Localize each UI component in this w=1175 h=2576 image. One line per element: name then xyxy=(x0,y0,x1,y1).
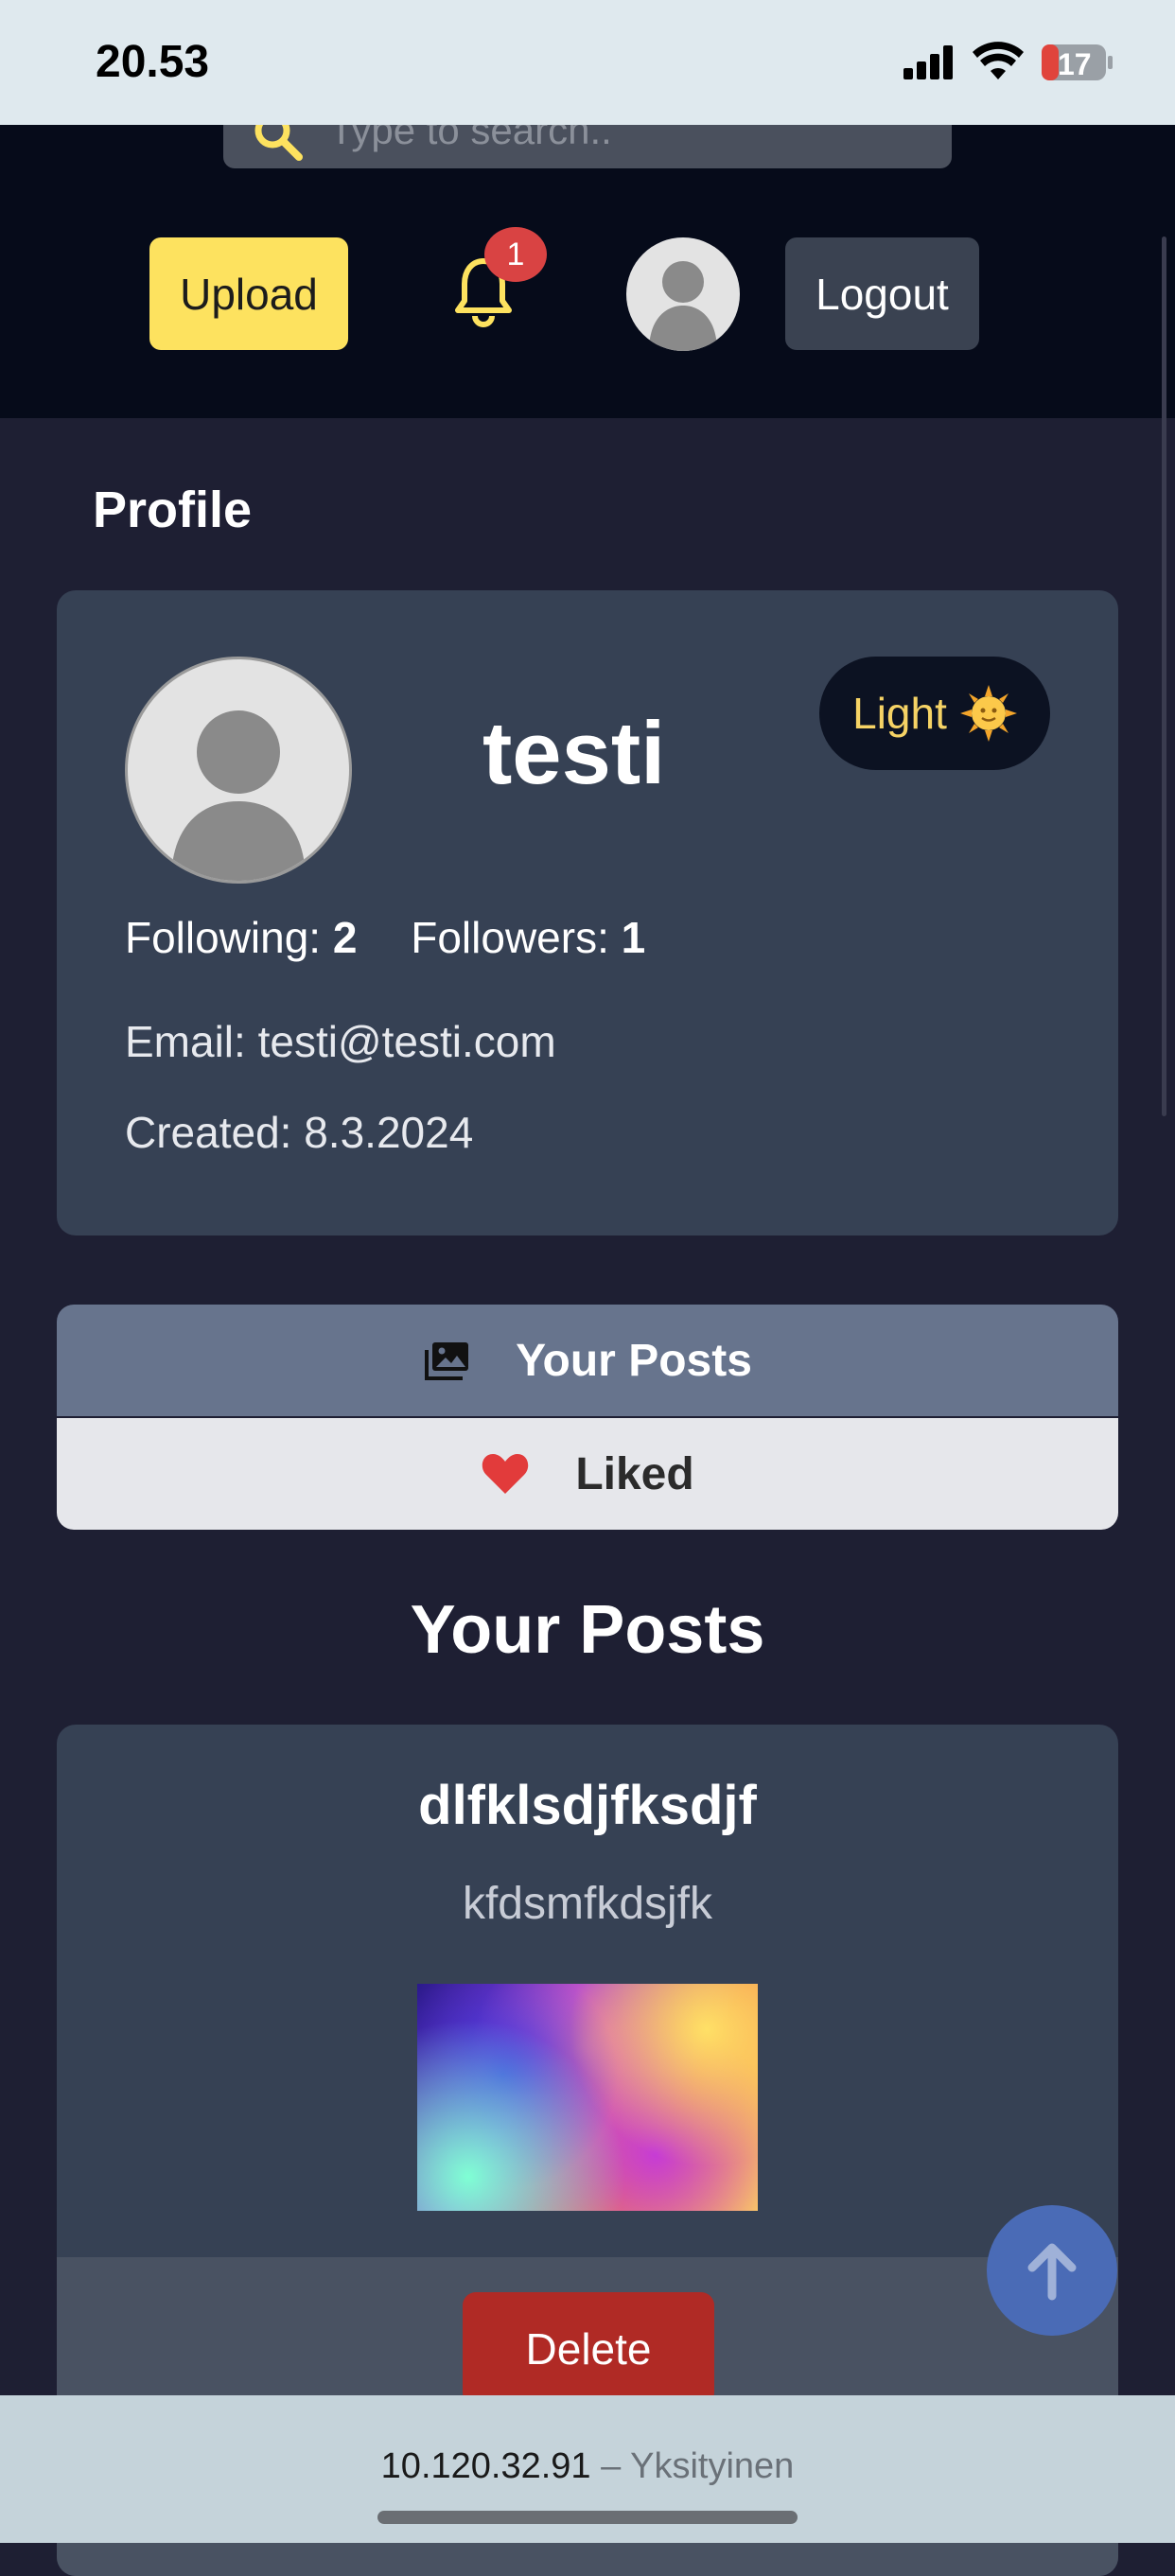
sun-icon xyxy=(959,685,1017,742)
created-value: 8.3.2024 xyxy=(304,1108,474,1157)
tab-your-posts[interactable]: Your Posts xyxy=(57,1305,1118,1416)
browser-bar: 10.120.32.91 – Yksityinen xyxy=(0,2395,1175,2543)
followers-label: Followers: xyxy=(411,913,609,962)
address-bar[interactable]: 10.120.32.91 – Yksityinen xyxy=(0,2446,1175,2487)
scrollbar[interactable] xyxy=(1162,237,1166,1116)
search-placeholder: Type to search.. xyxy=(329,125,612,152)
wifi-icon xyxy=(973,42,1024,79)
delete-button[interactable]: Delete xyxy=(463,2292,714,2406)
battery-level: 17 xyxy=(1058,47,1092,81)
follow-stats: Following: 2 Followers: 1 xyxy=(125,912,687,963)
following-label: Following: xyxy=(125,913,322,962)
username: testi xyxy=(482,703,666,802)
created-line: Created: 8.3.2024 xyxy=(125,1107,473,1158)
email-value: testi@testi.com xyxy=(257,1017,556,1066)
theme-toggle-button[interactable]: Light xyxy=(819,657,1050,770)
page-title: Profile xyxy=(93,482,253,538)
logout-button[interactable]: Logout xyxy=(785,237,979,350)
status-bar: 20.53 17 xyxy=(0,0,1175,125)
upload-button[interactable]: Upload xyxy=(149,237,348,350)
following-count: 2 xyxy=(332,913,358,962)
home-indicator[interactable] xyxy=(377,2511,798,2524)
scroll-to-top-button[interactable] xyxy=(987,2205,1117,2336)
following-stat[interactable]: Following: 2 xyxy=(125,913,369,962)
created-label: Created: xyxy=(125,1108,292,1157)
notification-badge: 1 xyxy=(484,227,547,282)
tab-liked[interactable]: Liked xyxy=(57,1418,1118,1530)
avatar-icon xyxy=(171,710,306,881)
search-icon xyxy=(254,125,303,161)
heart-icon xyxy=(482,1454,529,1494)
profile-card: testi Light Following: 2 Followers: 1 Em… xyxy=(57,590,1118,1235)
post-image[interactable] xyxy=(417,1984,758,2211)
post-title: dlfklsdjfksdjf xyxy=(418,1775,757,1836)
tab-label: Liked xyxy=(575,1448,694,1499)
avatar-icon xyxy=(649,261,717,351)
arrow-up-icon xyxy=(1027,2243,1077,2301)
tab-label: Your Posts xyxy=(516,1335,752,1386)
photos-icon xyxy=(425,1342,469,1380)
status-time: 20.53 xyxy=(96,37,210,87)
address-separator: – xyxy=(590,2446,631,2486)
section-title: Your Posts xyxy=(410,1592,765,1668)
followers-count: 1 xyxy=(621,913,646,962)
profile-avatar xyxy=(125,657,352,884)
avatar[interactable] xyxy=(626,237,740,351)
address-text: 10.120.32.91 xyxy=(380,2446,591,2486)
theme-toggle-label: Light xyxy=(852,689,947,738)
signal-icon xyxy=(903,45,953,79)
followers-stat[interactable]: Followers: 1 xyxy=(411,913,645,962)
browsing-mode: Yksityinen xyxy=(630,2446,795,2486)
search-input[interactable]: Type to search.. xyxy=(223,125,952,168)
email-label: Email: xyxy=(125,1017,246,1066)
post-description: kfdsmfkdsjfk xyxy=(462,1879,713,1929)
email-line: Email: testi@testi.com xyxy=(125,1016,556,1067)
